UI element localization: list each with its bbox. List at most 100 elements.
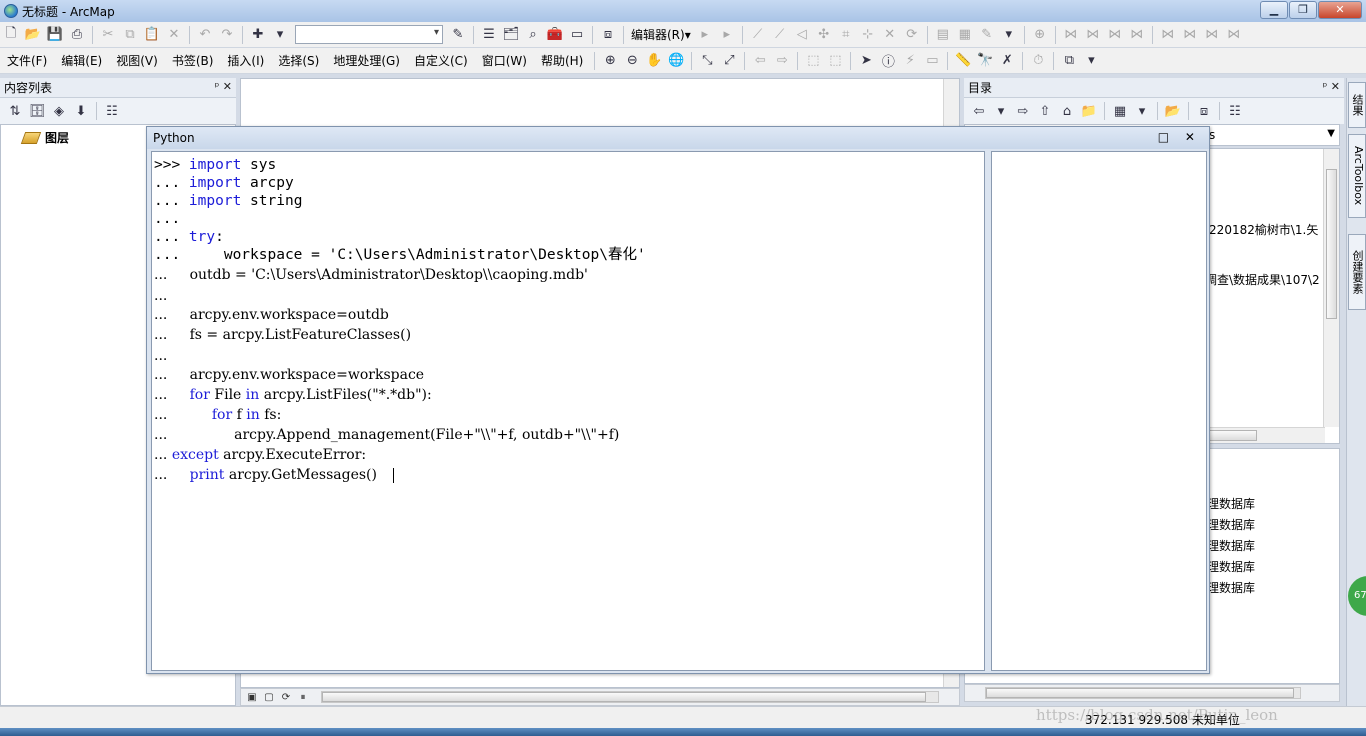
back-arrow-icon[interactable]: ⇦ — [970, 102, 988, 120]
find-icon[interactable]: 🔭 — [976, 52, 994, 70]
tab-arctoolbox[interactable]: ArcToolbox — [1348, 134, 1366, 218]
list-by-visibility-icon[interactable]: ◈ — [50, 102, 68, 120]
code-line[interactable]: ... except arcpy.ExecuteError: — [154, 446, 366, 464]
maximize-button[interactable]: ❐ — [1289, 1, 1317, 19]
up-one-level-icon[interactable]: ⇧ — [1036, 102, 1054, 120]
pan-icon[interactable]: ✋ — [645, 52, 663, 70]
time-slider-icon[interactable]: ⏱ — [1029, 52, 1047, 70]
new-folder-icon[interactable]: 📂 — [1164, 102, 1182, 120]
select-features-icon[interactable]: ⬚ — [804, 52, 822, 70]
tab-results[interactable]: 结果 — [1348, 82, 1366, 128]
catalog-list-scrollbar[interactable] — [985, 687, 1301, 699]
menu-bookmarks[interactable]: 书签(B) — [165, 52, 221, 69]
full-extent-icon[interactable]: 🌐 — [667, 52, 685, 70]
spatial-adjustment-icon[interactable]: ⋈ — [1225, 26, 1243, 44]
code-line[interactable]: ... — [154, 347, 167, 365]
create-features-icon[interactable]: ✎ — [978, 26, 996, 44]
catalog-path-item[interactable]: 调查\数据成果\107\2 — [1205, 271, 1320, 288]
close-button[interactable]: ✕ — [1318, 1, 1362, 19]
dropdown-arrow-icon[interactable]: ▾ — [271, 26, 289, 44]
refresh-icon[interactable]: ⟳ — [279, 692, 293, 703]
open-folder-icon[interactable]: 📂 — [24, 26, 42, 44]
code-line[interactable]: ... — [154, 287, 167, 305]
menu-help[interactable]: 帮助(H) — [534, 52, 590, 69]
catalog-pin-close[interactable]: ᵖ ✕ — [1323, 80, 1340, 93]
list-item[interactable]: 理数据库 — [1207, 558, 1255, 575]
topology-fix-icon[interactable]: ⋈ — [1128, 26, 1146, 44]
forward-arrow-icon[interactable]: ⇨ — [1014, 102, 1032, 120]
tab-create-features[interactable]: 创建要素 — [1348, 234, 1366, 310]
toolbar-overflow-icon[interactable]: ▾ — [1082, 52, 1100, 70]
attributes-icon[interactable]: ▤ — [934, 26, 952, 44]
scroll-thumb[interactable] — [1205, 430, 1257, 441]
save-icon[interactable]: 💾 — [46, 26, 64, 44]
catalog-path-item[interactable]: \220182榆树市\1.矢 — [1205, 221, 1318, 238]
print-icon[interactable]: ⎙ — [68, 26, 86, 44]
list-item[interactable]: 理数据库 — [1207, 537, 1255, 554]
go-to-xy-icon[interactable]: ✗ — [998, 52, 1016, 70]
python-code-editor[interactable]: >>> import sys... import arcpy... import… — [151, 151, 985, 671]
clear-selection-icon[interactable]: ⬚ — [826, 52, 844, 70]
data-view-icon[interactable]: ▣ — [245, 692, 259, 703]
identify-icon[interactable]: ⓘ — [879, 52, 897, 70]
split-icon[interactable]: ⊹ — [859, 26, 877, 44]
python-window-icon[interactable]: ▭ — [568, 26, 586, 44]
toolbar-overflow-icon[interactable]: ▾ — [1000, 26, 1018, 44]
chevron-down-icon[interactable]: ▼ — [1327, 128, 1335, 139]
menu-edit[interactable]: 编辑(E) — [54, 52, 109, 69]
smooth-icon[interactable]: ⋈ — [1203, 26, 1221, 44]
python-window-controls[interactable]: □ ✕ — [1158, 130, 1201, 144]
topology-edit-icon[interactable]: ⋈ — [1084, 26, 1102, 44]
redo-icon[interactable]: ↷ — [218, 26, 236, 44]
scroll-thumb[interactable] — [322, 692, 926, 702]
rotate-icon[interactable]: ⟳ — [903, 26, 921, 44]
topology-validate-icon[interactable]: ⋈ — [1106, 26, 1124, 44]
straight-segment-icon[interactable]: ⟋ — [749, 26, 767, 44]
code-line[interactable]: ... outdb = 'C:\Users\Administrator\Desk… — [154, 266, 588, 284]
advanced-editing-icon[interactable]: ⋈ — [1159, 26, 1177, 44]
menu-file[interactable]: 文件(F) — [0, 52, 54, 69]
delete-icon[interactable]: ✕ — [165, 26, 183, 44]
add-data-icon[interactable]: ✚ — [249, 26, 267, 44]
map-horizontal-scrollbar[interactable] — [321, 691, 939, 703]
menu-customize[interactable]: 自定义(C) — [407, 52, 475, 69]
paste-icon[interactable]: 📋 — [143, 26, 161, 44]
construction-tools-icon[interactable]: ◁ — [793, 26, 811, 44]
measure-icon[interactable]: 📏 — [954, 52, 972, 70]
vertex-icon[interactable]: ✣ — [815, 26, 833, 44]
forward-extent-icon[interactable]: ⇨ — [773, 52, 791, 70]
menu-geoprocessing[interactable]: 地理处理(G) — [326, 52, 407, 69]
html-popup-icon[interactable]: ▭ — [923, 52, 941, 70]
new-document-icon[interactable]: 🗋 — [2, 26, 20, 44]
code-line[interactable]: ... arcpy.Append_management(File+"\\"+f,… — [154, 426, 619, 444]
list-by-selection-icon[interactable]: ⬇ — [72, 102, 90, 120]
undo-icon[interactable]: ↶ — [196, 26, 214, 44]
layout-view-icon[interactable]: ▢ — [262, 692, 276, 703]
home-icon[interactable]: ⌂ — [1058, 102, 1076, 120]
code-line[interactable]: ... try: — [154, 228, 224, 246]
connect-folder-icon[interactable]: 📁 — [1080, 102, 1098, 120]
view-grid-icon[interactable]: ▦ — [1111, 102, 1129, 120]
menu-windows[interactable]: 窗口(W) — [475, 52, 534, 69]
pause-drawing-icon[interactable]: ⏸ — [296, 692, 310, 703]
dropdown-arrow-icon[interactable]: ▾ — [1133, 102, 1151, 120]
code-line[interactable]: ... for f in fs: — [154, 406, 281, 424]
cut-icon[interactable]: ✂ — [99, 26, 117, 44]
toggle-contents-icon[interactable]: ⧈ — [1195, 102, 1213, 120]
georeferencing-icon[interactable]: ⊕ — [1031, 26, 1049, 44]
model-builder-icon[interactable]: ⧈ — [599, 26, 617, 44]
code-line[interactable]: ... fs = arcpy.ListFeatureClasses() — [154, 326, 411, 344]
menu-selection[interactable]: 选择(S) — [271, 52, 326, 69]
code-line[interactable]: ... — [154, 210, 180, 228]
layers-item[interactable]: 图层 — [20, 129, 69, 146]
editor-menu-button[interactable]: 编辑器(R)▾ — [628, 26, 694, 43]
code-line[interactable]: ... arcpy.env.workspace=workspace — [154, 366, 424, 384]
code-line[interactable]: ... import string — [154, 192, 302, 210]
list-by-source-icon[interactable]: 🗄 — [28, 102, 46, 120]
back-extent-icon[interactable]: ⇦ — [751, 52, 769, 70]
fixed-zoom-in-icon[interactable]: ⤡ — [698, 52, 716, 70]
edit-tool-icon[interactable]: ▸ — [696, 26, 714, 44]
scroll-thumb[interactable] — [986, 688, 1294, 698]
list-item[interactable]: 理数据库 — [1207, 495, 1255, 512]
sketch-properties-icon[interactable]: ▦ — [956, 26, 974, 44]
